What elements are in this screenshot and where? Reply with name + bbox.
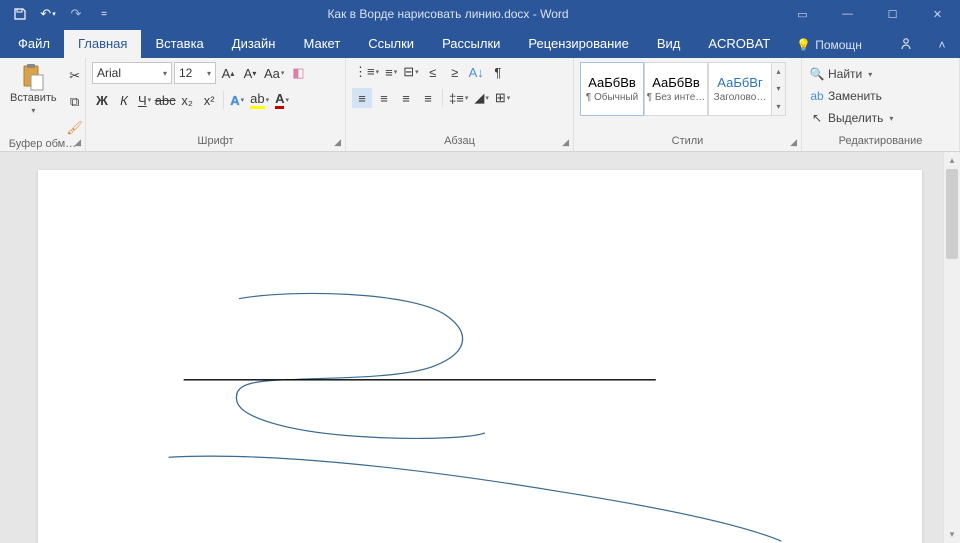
borders-button[interactable]: ⊞▾ xyxy=(493,88,512,108)
sort-button[interactable]: A↓ xyxy=(467,62,486,82)
tab-references[interactable]: Ссылки xyxy=(354,30,428,58)
font-color-button[interactable]: A▾ xyxy=(273,90,291,110)
save-button[interactable] xyxy=(8,2,32,26)
copy-button[interactable]: ⧉ xyxy=(65,92,85,112)
style-gallery: АаБбВв ¶ Обычный АаБбВв ¶ Без инте… АаБб… xyxy=(580,62,786,116)
multilevel-icon: ⊟ xyxy=(403,64,414,80)
group-editing: 🔍Найти▾ abЗаменить ↖Выделить▾ Редактиров… xyxy=(802,58,960,151)
brush-icon: 🖌 xyxy=(66,120,83,136)
scissors-icon: ✂ xyxy=(69,68,80,84)
line-spacing-button[interactable]: ‡≡▾ xyxy=(447,88,470,108)
paste-button[interactable]: Вставить ▾ xyxy=(6,62,61,117)
styles-more[interactable]: ▴▾▾ xyxy=(772,62,786,116)
border-icon: ⊞ xyxy=(495,90,506,106)
group-clipboard: Вставить ▾ ✂ ⧉ 🖌 Буфер обм…◢ xyxy=(0,58,86,151)
tab-layout[interactable]: Макет xyxy=(289,30,354,58)
quick-access-toolbar: ↶▾ ↷ = xyxy=(0,2,116,26)
clipboard-dialog-launcher[interactable]: ◢ xyxy=(74,137,81,148)
qat-customize[interactable]: = xyxy=(92,2,116,26)
tab-review[interactable]: Рецензирование xyxy=(514,30,642,58)
vertical-scrollbar[interactable]: ▴ ▾ xyxy=(943,152,960,543)
group-font: Arial▾ 12▾ A▴ A▾ Aa▾ ◧ Ж К Ч▾ abc x₂ x² … xyxy=(86,58,346,151)
font-name-combo[interactable]: Arial▾ xyxy=(92,62,172,84)
tab-home[interactable]: Главная xyxy=(64,30,141,58)
undo-button[interactable]: ↶▾ xyxy=(36,2,60,26)
cursor-icon: ↖ xyxy=(810,111,824,125)
collapse-ribbon[interactable]: ˄ xyxy=(924,38,960,58)
window-controls: ▭ — ☐ ✕ xyxy=(780,0,960,28)
document-page[interactable] xyxy=(38,170,922,543)
search-icon: 🔍 xyxy=(810,67,824,81)
italic-button[interactable]: К xyxy=(114,90,134,110)
minimize-button[interactable]: — xyxy=(825,0,870,28)
find-button[interactable]: 🔍Найти▾ xyxy=(808,64,895,84)
paint-bucket-icon: ◢ xyxy=(474,90,484,106)
format-painter-button[interactable]: 🖌 xyxy=(65,118,85,138)
tab-file[interactable]: Файл xyxy=(4,30,64,58)
ribbon-display-options[interactable]: ▭ xyxy=(780,0,825,28)
ribbon: Вставить ▾ ✂ ⧉ 🖌 Буфер обм…◢ Arial▾ 12▾ … xyxy=(0,58,960,152)
shading-button[interactable]: ◢▾ xyxy=(472,88,491,108)
cut-button[interactable]: ✂ xyxy=(65,66,85,86)
copy-icon: ⧉ xyxy=(70,94,79,110)
tab-acrobat[interactable]: ACROBAT xyxy=(694,30,784,58)
replace-icon: ab xyxy=(810,89,824,103)
ribbon-tabs: Файл Главная Вставка Дизайн Макет Ссылки… xyxy=(0,28,960,58)
lightbulb-icon: 💡 xyxy=(796,38,811,52)
style-normal[interactable]: АаБбВв ¶ Обычный xyxy=(580,62,644,116)
font-dialog-launcher[interactable]: ◢ xyxy=(334,137,341,148)
style-no-spacing[interactable]: АаБбВв ¶ Без инте… xyxy=(644,62,708,116)
styles-dialog-launcher[interactable]: ◢ xyxy=(790,137,797,148)
title-bar: ↶▾ ↷ = Как в Ворде нарисовать линию.docx… xyxy=(0,0,960,28)
replace-button[interactable]: abЗаменить xyxy=(808,86,895,106)
align-left-button[interactable]: ≡ xyxy=(352,88,372,108)
highlight-button[interactable]: ab▾ xyxy=(248,90,271,110)
clear-formatting-button[interactable]: ◧ xyxy=(288,63,308,83)
style-heading1[interactable]: АаБбВг Заголово… xyxy=(708,62,772,116)
numbering-icon: ≡ xyxy=(385,65,393,80)
bullets-icon: ⋮≡ xyxy=(354,64,375,80)
justify-button[interactable]: ≡ xyxy=(418,88,438,108)
align-right-button[interactable]: ≡ xyxy=(396,88,416,108)
tab-design[interactable]: Дизайн xyxy=(218,30,290,58)
align-center-button[interactable]: ≡ xyxy=(374,88,394,108)
text-effects-button[interactable]: A▾ xyxy=(228,90,246,110)
eraser-icon: ◧ xyxy=(292,65,304,81)
tell-me[interactable]: 💡Помощн xyxy=(784,38,874,58)
bold-button[interactable]: Ж xyxy=(92,90,112,110)
grow-font-button[interactable]: A▴ xyxy=(218,63,238,83)
bullets-button[interactable]: ⋮≡▾ xyxy=(352,62,381,82)
increase-indent-button[interactable]: ≥ xyxy=(445,62,465,82)
shrink-font-button[interactable]: A▾ xyxy=(240,63,260,83)
strikethrough-button[interactable]: abc xyxy=(155,90,175,110)
paragraph-dialog-launcher[interactable]: ◢ xyxy=(562,137,569,148)
decrease-indent-button[interactable]: ≤ xyxy=(423,62,443,82)
tab-view[interactable]: Вид xyxy=(643,30,695,58)
share-button[interactable] xyxy=(888,36,924,58)
maximize-button[interactable]: ☐ xyxy=(870,0,915,28)
change-case-button[interactable]: Aa▾ xyxy=(262,63,286,83)
clipboard-icon xyxy=(20,64,46,90)
redo-button[interactable]: ↷ xyxy=(64,2,88,26)
group-paragraph: ⋮≡▾ ≡▾ ⊟▾ ≤ ≥ A↓ ¶ ≡ ≡ ≡ ≡ ‡≡▾ ◢▾ ⊞▾ xyxy=(346,58,574,151)
scroll-down[interactable]: ▾ xyxy=(944,526,960,543)
show-marks-button[interactable]: ¶ xyxy=(488,62,508,82)
tab-mailings[interactable]: Рассылки xyxy=(428,30,514,58)
close-button[interactable]: ✕ xyxy=(915,0,960,28)
select-button[interactable]: ↖Выделить▾ xyxy=(808,108,895,128)
window-title: Как в Ворде нарисовать линию.docx - Word xyxy=(116,7,780,21)
tab-insert[interactable]: Вставка xyxy=(141,30,217,58)
subscript-button[interactable]: x₂ xyxy=(177,90,197,110)
numbering-button[interactable]: ≡▾ xyxy=(383,62,399,82)
group-styles: АаБбВв ¶ Обычный АаБбВв ¶ Без инте… АаБб… xyxy=(574,58,802,151)
scroll-thumb[interactable] xyxy=(946,169,958,259)
font-size-combo[interactable]: 12▾ xyxy=(174,62,216,84)
superscript-button[interactable]: x² xyxy=(199,90,219,110)
scroll-up[interactable]: ▴ xyxy=(944,152,960,169)
document-area xyxy=(0,152,960,543)
multilevel-button[interactable]: ⊟▾ xyxy=(401,62,420,82)
underline-button[interactable]: Ч▾ xyxy=(136,90,153,110)
